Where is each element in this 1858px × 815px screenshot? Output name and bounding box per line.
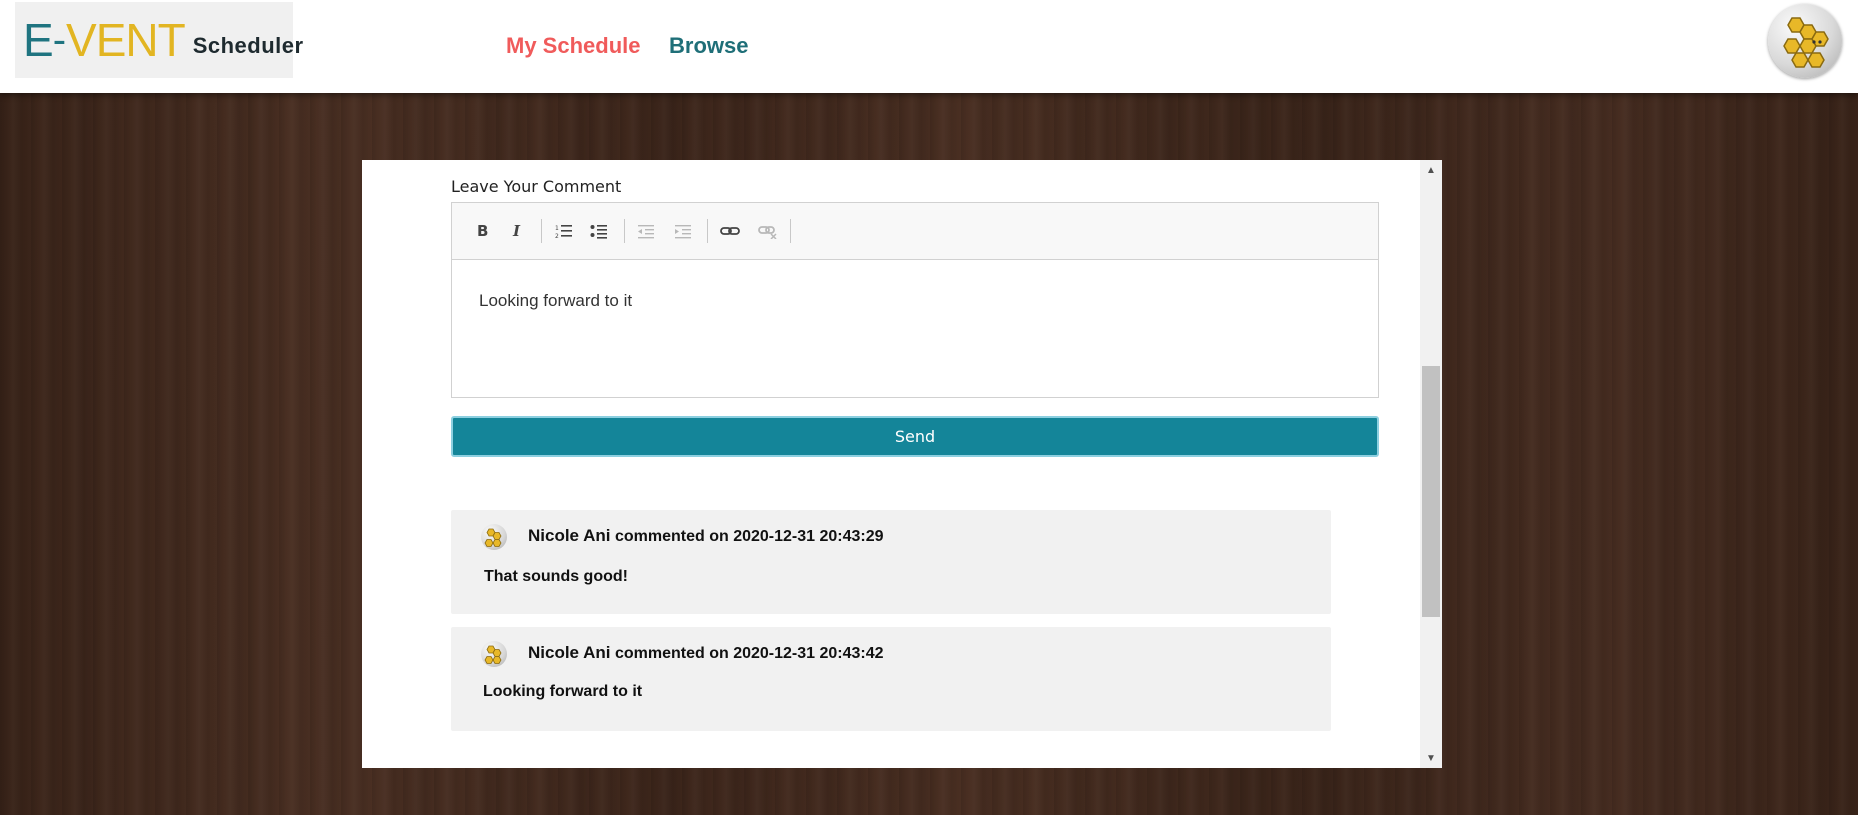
- logo-letter-e: E: [23, 14, 54, 66]
- decrease-indent-icon[interactable]: [632, 219, 660, 243]
- link-icon[interactable]: [716, 219, 744, 243]
- numbered-list-icon[interactable]: 1 2: [550, 219, 578, 243]
- comment-item: Nicole Ani commented on 2020-12-31 20:43…: [451, 627, 1331, 731]
- toolbar-separator: [541, 219, 542, 243]
- comment-timestamp: commented on 2020-12-31 20:43:42: [614, 645, 884, 662]
- comment-timestamp: commented on 2020-12-31 20:43:29: [614, 528, 884, 545]
- nav-browse-link[interactable]: Browse: [669, 33, 748, 59]
- svg-text:1: 1: [555, 225, 559, 232]
- comment-header: Nicole Ani commented on 2020-12-31 20:43…: [528, 526, 884, 546]
- send-comment-button[interactable]: Send: [451, 416, 1379, 457]
- scroll-up-arrow-icon[interactable]: ▲: [1420, 160, 1442, 180]
- top-navigation-bar: E - VENT Scheduler My Schedule Browse: [0, 0, 1858, 93]
- comment-text: That sounds good!: [484, 568, 628, 585]
- editor-content[interactable]: Looking forward to it: [479, 291, 632, 311]
- event-detail-panel: Leave Your Comment B I 1 2 Looking forwa…: [362, 160, 1442, 768]
- scrollbar-thumb[interactable]: [1422, 366, 1440, 617]
- event-scheduler-logo[interactable]: E - VENT Scheduler: [15, 2, 303, 78]
- nav-my-schedule-link[interactable]: My Schedule: [506, 33, 640, 59]
- comment-author[interactable]: Nicole Ani: [528, 526, 611, 545]
- svg-text:B: B: [477, 223, 488, 239]
- italic-icon[interactable]: I: [503, 219, 531, 243]
- comment-avatar: [481, 641, 507, 667]
- toolbar-separator: [624, 219, 625, 243]
- comment-text: Looking forward to it: [483, 683, 643, 700]
- logo-dash: -: [52, 18, 67, 62]
- comment-avatar: [481, 524, 507, 550]
- toolbar-separator: [790, 219, 791, 243]
- svg-text:I: I: [512, 223, 521, 239]
- logo-vent: VENT: [66, 14, 186, 66]
- toolbar-separator: [707, 219, 708, 243]
- honeycomb-avatar-icon: [484, 528, 502, 547]
- unlink-icon[interactable]: [754, 219, 782, 243]
- increase-indent-icon[interactable]: [669, 219, 697, 243]
- logo-scheduler: Scheduler: [192, 33, 304, 58]
- comment-author[interactable]: Nicole Ani: [528, 643, 611, 662]
- bulleted-list-icon[interactable]: [585, 219, 613, 243]
- editor-toolbar: B I 1 2: [452, 203, 1378, 260]
- panel-scrollbar[interactable]: ▲ ▼: [1420, 160, 1442, 768]
- user-avatar[interactable]: [1768, 4, 1842, 78]
- honeycomb-bee-icon: [1783, 17, 1829, 68]
- bold-icon[interactable]: B: [468, 219, 496, 243]
- scroll-down-arrow-icon[interactable]: ▼: [1420, 748, 1442, 768]
- honeycomb-avatar-icon: [484, 645, 502, 664]
- comment-rich-text-editor[interactable]: B I 1 2 Looking forward to it: [451, 202, 1379, 398]
- svg-text:2: 2: [555, 233, 559, 239]
- comment-header: Nicole Ani commented on 2020-12-31 20:43…: [528, 643, 884, 663]
- comment-item: Nicole Ani commented on 2020-12-31 20:43…: [451, 510, 1331, 614]
- comment-form-label: Leave Your Comment: [451, 177, 622, 196]
